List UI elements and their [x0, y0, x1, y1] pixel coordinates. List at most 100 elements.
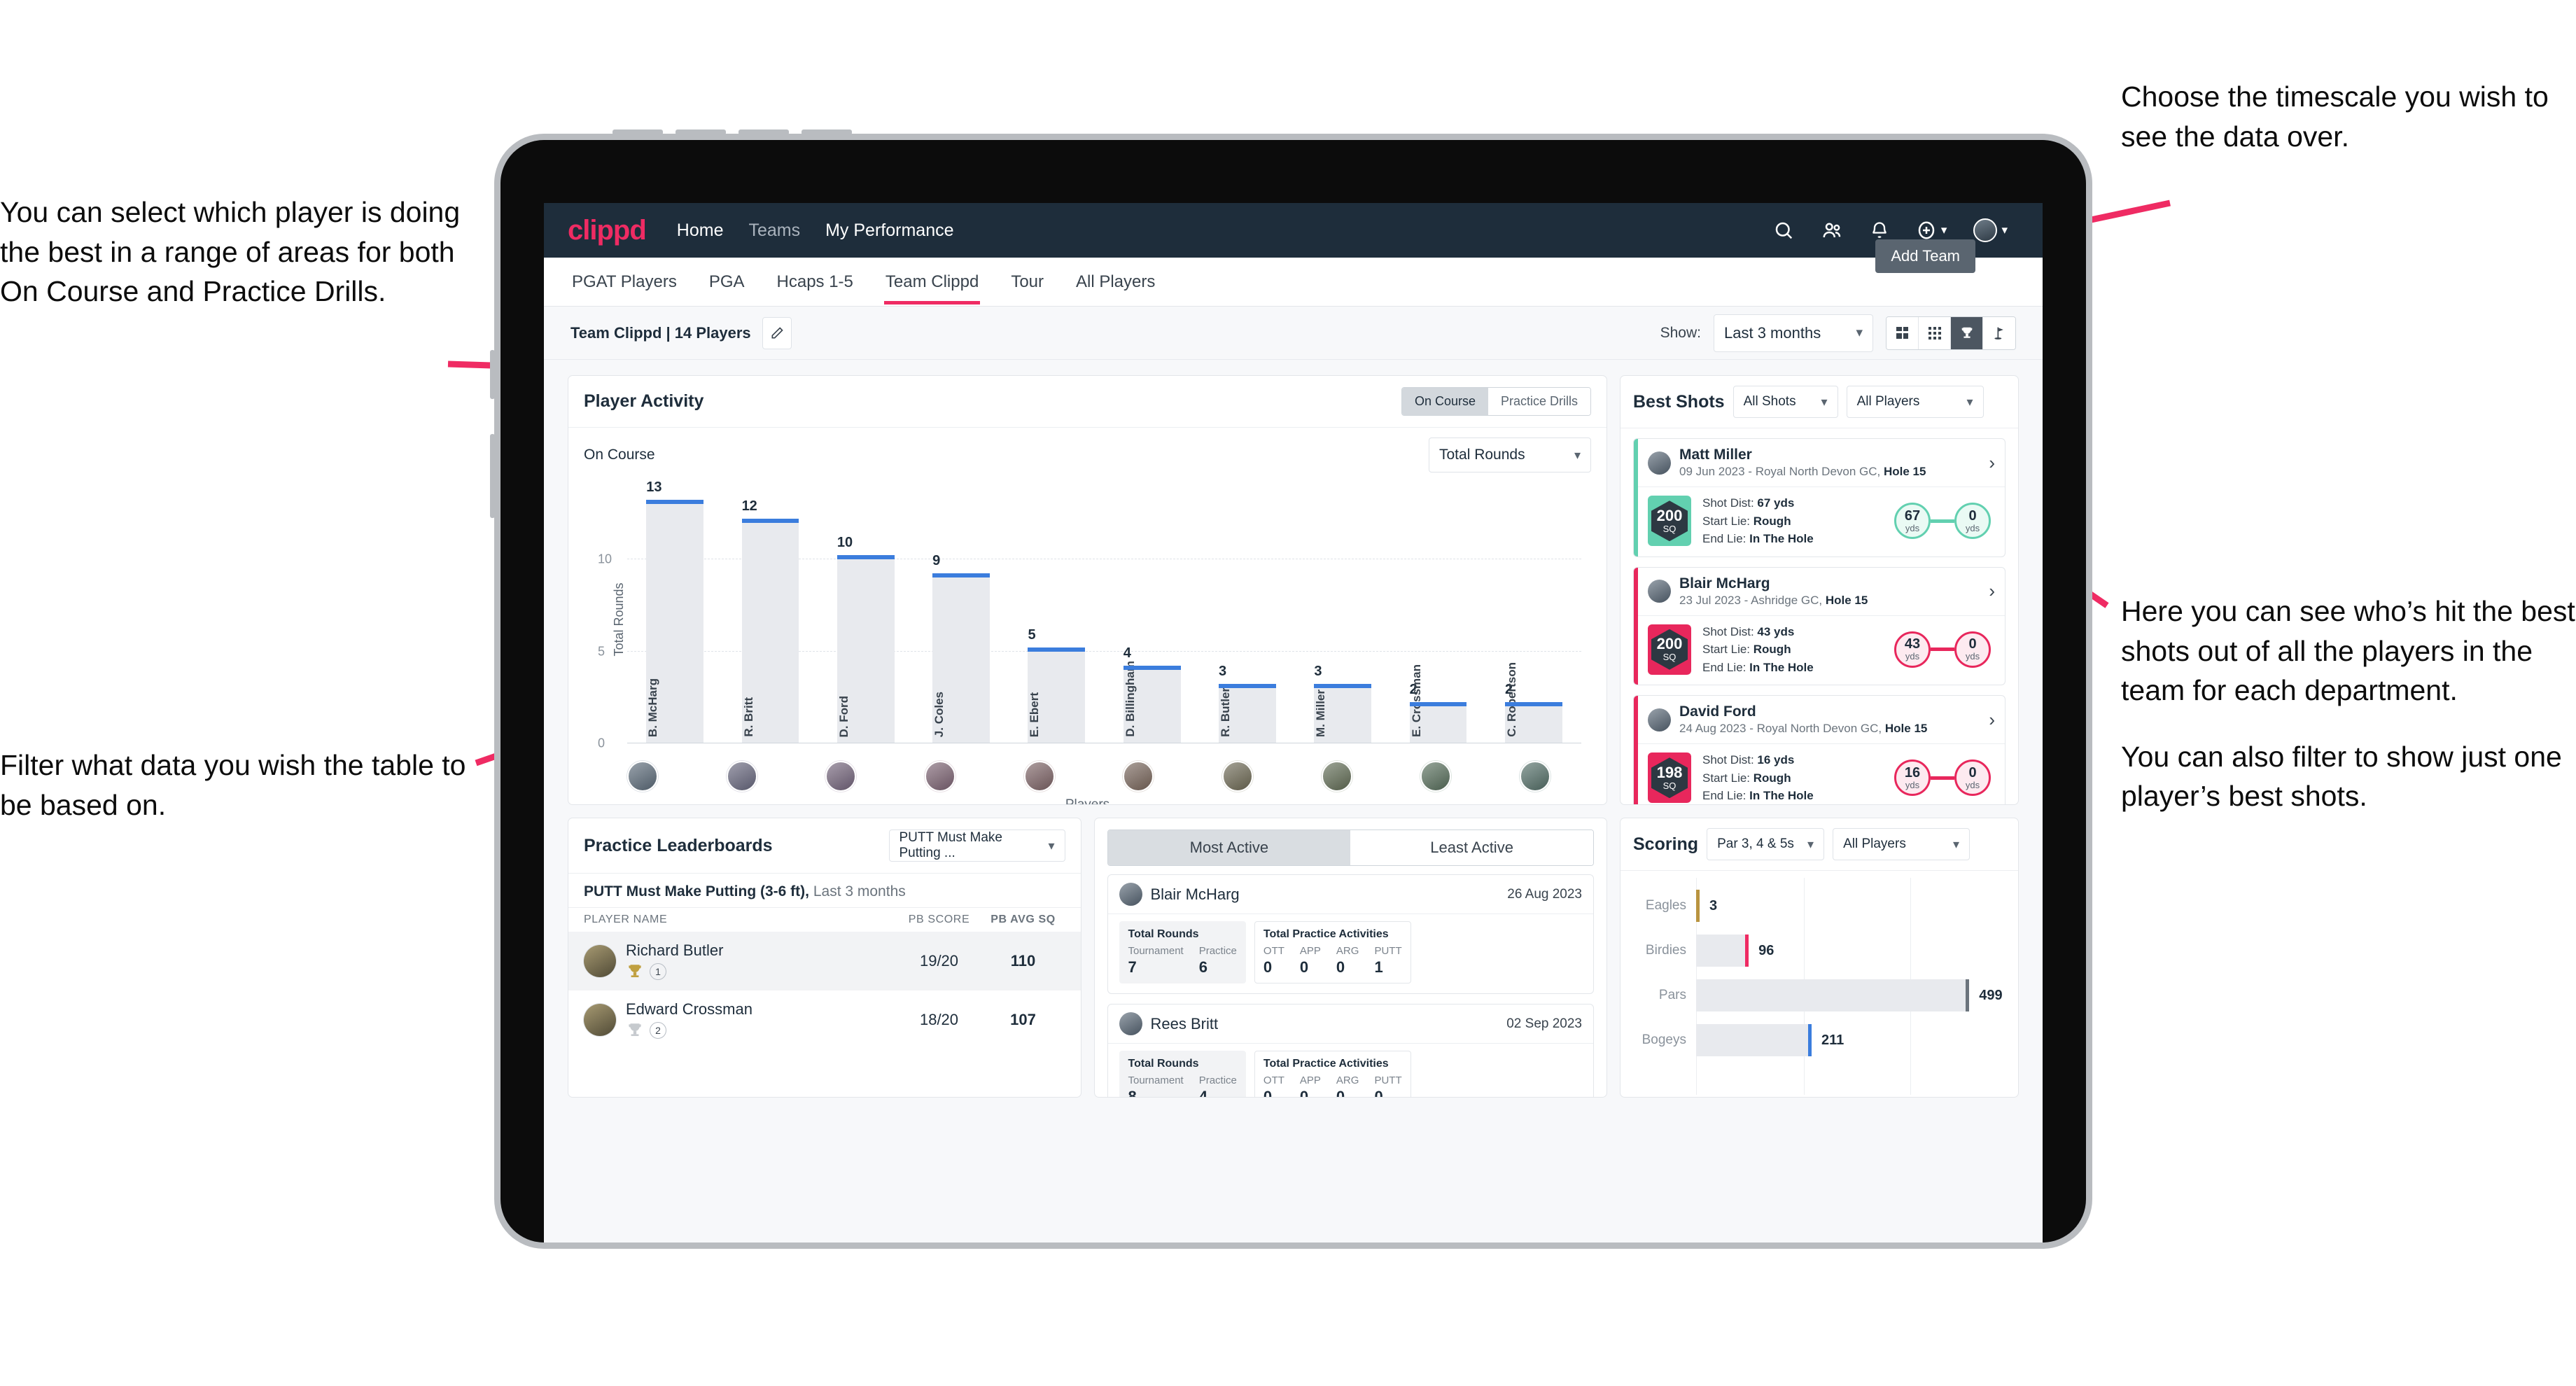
scoring-value: 96: [1758, 942, 1774, 958]
activity-card-body: Total Rounds Tournament 8 Practice 4 Total Pr…: [1107, 1043, 1593, 1097]
tab-tour[interactable]: Tour: [1009, 260, 1045, 304]
nav-link-home[interactable]: Home: [677, 220, 724, 241]
distance-dumbbell: 67 yds 0 yds: [1894, 503, 1995, 540]
best-shot-card[interactable]: Blair McHarg 23 Jul 2023 - Ashridge GC, H…: [1633, 566, 2005, 685]
activity-player-card[interactable]: Rees Britt 02 Sep 2023 Total Rounds Tournam…: [1107, 1004, 1594, 1097]
tab-all-players[interactable]: All Players: [1074, 260, 1156, 304]
best-shot-card[interactable]: Matt Miller 09 Jun 2023 - Royal North Dev…: [1633, 438, 2005, 557]
dumbbell-connector: [1931, 776, 1954, 780]
on-course-sub-label: On Course: [584, 447, 655, 463]
tab-pga[interactable]: PGA: [708, 260, 746, 304]
search-icon[interactable]: [1773, 220, 1794, 241]
best-shot-header: David Ford 24 Aug 2023 - Royal North Devo…: [1634, 696, 2005, 743]
chevron-down-icon: ▾: [1966, 394, 1973, 409]
player-name: David Ford: [1679, 704, 1756, 720]
scoring-bar: [1696, 1024, 1812, 1056]
shot-details: Shot Dist: 16 yds Start Lie: Rough End Lie…: [1702, 753, 1814, 802]
scoring-player-filter[interactable]: All Players ▾: [1833, 828, 1970, 860]
nav-link-teams[interactable]: Teams: [748, 220, 800, 241]
scoring-bar-wrap: 96: [1696, 934, 2003, 967]
player-avatar[interactable]: [627, 761, 658, 792]
timescale-select[interactable]: Last 3 months ▾: [1714, 314, 1873, 352]
player-avatar[interactable]: [924, 761, 955, 792]
stat-col: APP 0: [1300, 945, 1321, 976]
annotation-right-mid: Here you can see who’s hit the best shot…: [2121, 592, 2576, 816]
player-name: Rees Britt: [1150, 1014, 1219, 1032]
best-shot-card[interactable]: David Ford 24 Aug 2023 - Royal North Devo…: [1633, 695, 2005, 804]
scoring-label: Bogeys: [1642, 1032, 1686, 1047]
stat-key: Tournament: [1128, 1074, 1184, 1086]
nav-right-icons: ▾ ▾: [1773, 218, 2019, 242]
clippd-logo[interactable]: clippd: [568, 215, 647, 246]
scoring-bar-wrap: 3: [1696, 890, 2003, 922]
distance-to: 0 yds: [1954, 503, 1991, 540]
player-avatar[interactable]: [825, 761, 857, 792]
stat-col: APP 0: [1300, 1074, 1321, 1097]
chevron-right-icon[interactable]: ›: [1989, 709, 1995, 731]
chevron-right-icon[interactable]: ›: [1989, 580, 1995, 602]
stat-value: 0: [1336, 958, 1345, 976]
scoring-row: Eagles 3: [1636, 883, 2003, 928]
player-avatar[interactable]: [1321, 761, 1352, 792]
total-rounds-box: Total Rounds Tournament 7 Practice 6: [1119, 921, 1246, 983]
dumbbell-connector: [1931, 519, 1954, 523]
sq-value: 200: [1656, 506, 1683, 524]
table-row[interactable]: Richard Butler 1 19/20 110: [568, 932, 1081, 990]
trophy-icon[interactable]: [1951, 316, 1983, 349]
stat-col: Practice 6: [1199, 945, 1237, 976]
segment-on-course[interactable]: On Course: [1401, 388, 1488, 415]
player-avatar[interactable]: [1123, 761, 1154, 792]
tab-hcaps-1-5[interactable]: Hcaps 1-5: [776, 260, 855, 304]
people-icon[interactable]: [1821, 220, 1843, 241]
grid-3x3-icon[interactable]: [1919, 316, 1951, 349]
scoring-header: Scoring Par 3, 4 & 5s ▾ All Players ▾: [1620, 818, 2018, 871]
stat-col: Practice 4: [1199, 1074, 1237, 1097]
table-row[interactable]: Edward Crossman 2 18/20 107: [568, 990, 1081, 1049]
nav-link-my-performance[interactable]: My Performance: [825, 220, 953, 241]
activity-date: 26 Aug 2023: [1507, 886, 1582, 902]
accent-edge: [1634, 567, 1638, 685]
avatar: [1648, 708, 1671, 732]
golf-flag-icon[interactable]: [1983, 316, 2015, 349]
player-name: Edward Crossman: [626, 1000, 752, 1018]
ytick-0: 0: [598, 736, 606, 750]
player-avatar[interactable]: [1519, 761, 1550, 792]
player-avatar[interactable]: [726, 761, 757, 792]
tab-team-clippd[interactable]: Team Clippd: [883, 260, 981, 304]
sq-unit: SQ: [1662, 780, 1676, 791]
tab-pgat-players[interactable]: PGAT Players: [570, 260, 678, 304]
player-avatar[interactable]: [1222, 761, 1253, 792]
practice-activities-box: Total Practice Activities OTT 0 APP 0 ARG 0 PUT…: [1254, 1051, 1411, 1097]
sq-badge: 200 SQ: [1648, 624, 1691, 675]
best-shots-player-filter[interactable]: All Players ▾: [1846, 386, 1984, 418]
activity-date: 02 Sep 2023: [1506, 1016, 1582, 1031]
activity-bars: 13 B. McHarg 12 R. Britt 10 D. Ford 9 J. Coles 5…: [627, 479, 1581, 743]
bell-icon[interactable]: [1870, 220, 1889, 241]
grid-2x2-icon[interactable]: [1886, 316, 1919, 349]
drill-dropdown[interactable]: PUTT Must Make Putting ... ▾: [888, 830, 1065, 862]
tab-most-active[interactable]: Most Active: [1107, 830, 1351, 865]
scoring-par-filter[interactable]: Par 3, 4 & 5s ▾: [1707, 828, 1825, 860]
stat-value: 1: [1374, 958, 1383, 976]
metric-dropdown[interactable]: Total Rounds ▾: [1429, 438, 1591, 472]
plus-circle-icon[interactable]: ▾: [1916, 220, 1947, 241]
bar-label: M. Miller: [1314, 689, 1328, 737]
bar-label: J. Coles: [932, 691, 946, 737]
segment-practice-drills[interactable]: Practice Drills: [1488, 388, 1590, 415]
dumbbell-connector: [1931, 648, 1954, 652]
best-shot-header: Blair McHarg 23 Jul 2023 - Ashridge GC, H…: [1634, 568, 2005, 615]
sq-value: 200: [1656, 635, 1683, 653]
best-shots-shot-filter[interactable]: All Shots ▾: [1732, 386, 1838, 418]
trophy-row: 2: [626, 1021, 897, 1040]
edit-pencil-icon[interactable]: [762, 316, 792, 349]
player-activity-subrow: On Course Total Rounds ▾: [568, 428, 1606, 475]
scoring-bar-wrap: 211: [1696, 1024, 2003, 1056]
activity-player-card[interactable]: Blair McHarg 26 Aug 2023 Total Rounds Tourn…: [1107, 874, 1594, 994]
chevron-right-icon[interactable]: ›: [1989, 452, 1995, 474]
tab-least-active[interactable]: Least Active: [1350, 830, 1593, 865]
scoring-value: 499: [1979, 987, 2003, 1003]
avatar[interactable]: ▾: [1973, 218, 2008, 242]
player-avatar[interactable]: [1420, 761, 1452, 792]
chevron-down-icon: ▾: [1574, 447, 1581, 462]
player-avatar[interactable]: [1023, 761, 1055, 792]
